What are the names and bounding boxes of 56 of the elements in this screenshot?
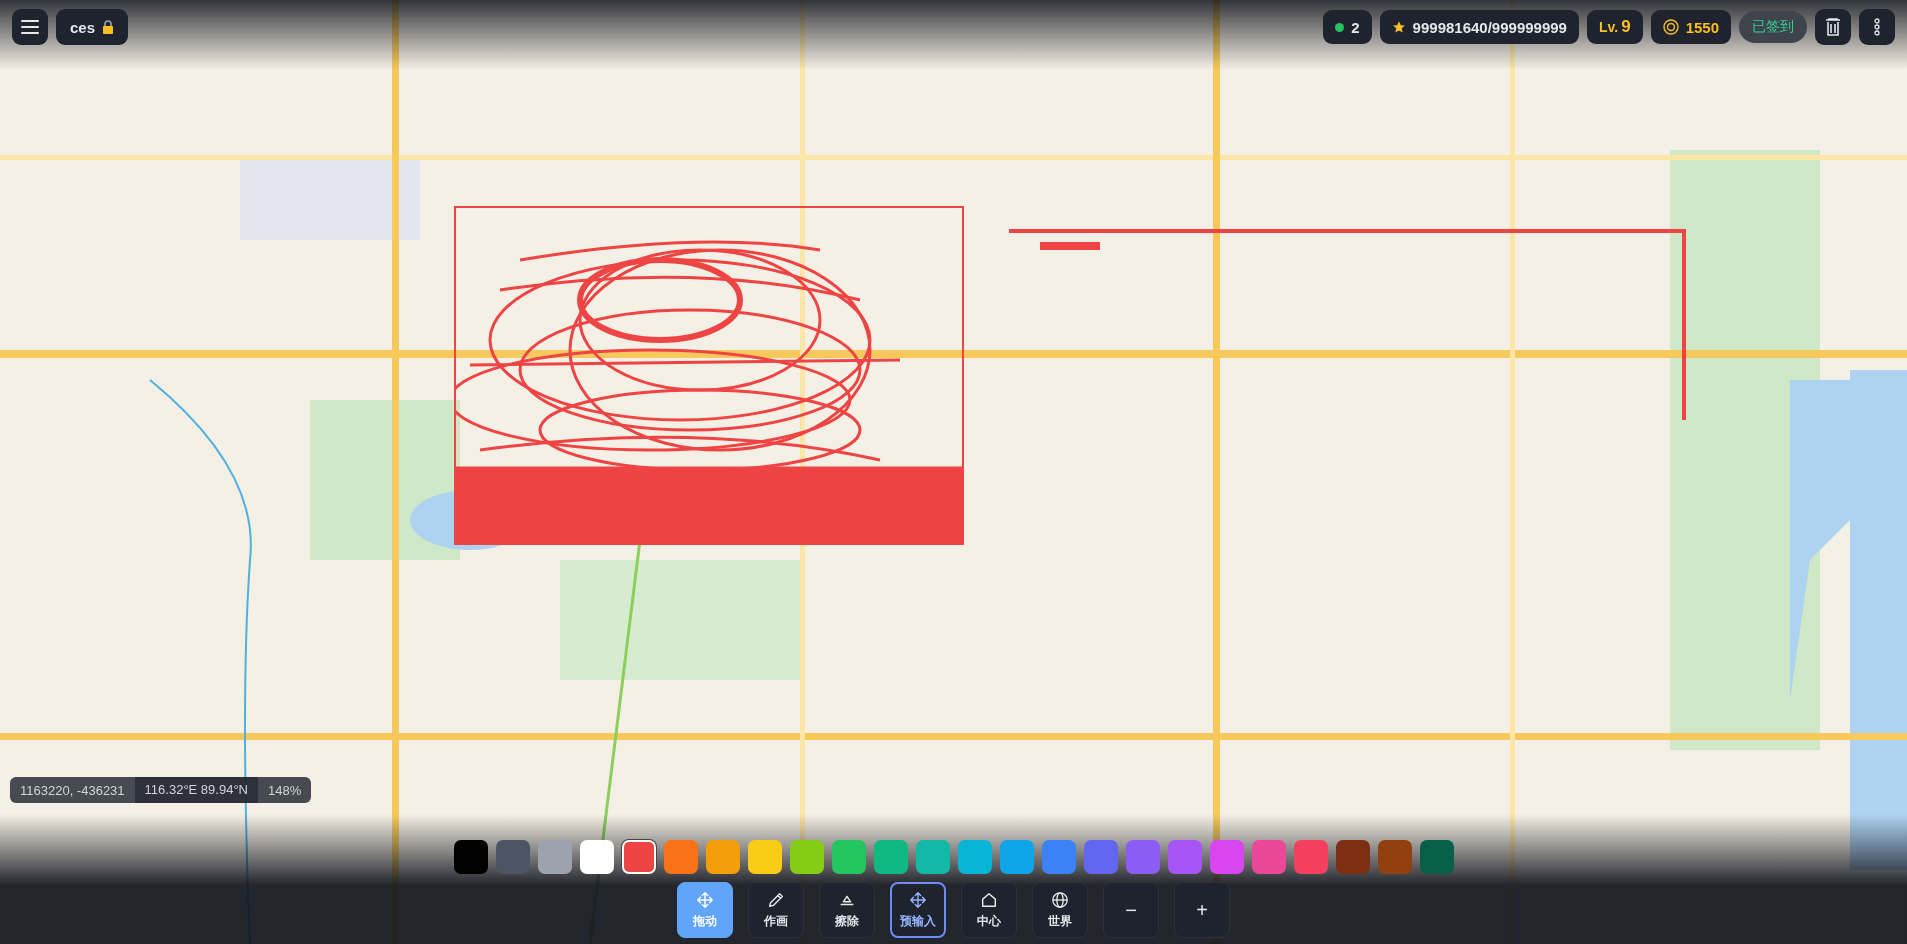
color-swatch[interactable] [1083, 840, 1118, 874]
erase-tool-button[interactable]: 擦除 [819, 882, 875, 938]
color-swatch[interactable] [537, 840, 572, 874]
home-icon [980, 890, 998, 909]
map-drawing[interactable] [0, 0, 1907, 944]
more-button[interactable] [1859, 9, 1895, 45]
coin-count: 1550 [1685, 18, 1719, 36]
color-swatch[interactable] [1335, 840, 1370, 874]
checkin-button[interactable]: 已签到 [1739, 11, 1807, 43]
trash-icon [1825, 18, 1841, 36]
pencil-icon [767, 890, 785, 909]
color-swatch[interactable] [495, 840, 530, 874]
color-swatch[interactable] [915, 840, 950, 874]
move-icon [696, 890, 714, 909]
geo-coordinates: 116.32°E 89.94°N [134, 777, 258, 803]
color-swatch[interactable] [1293, 840, 1328, 874]
color-swatch[interactable] [831, 840, 866, 874]
level-label: Lv. [1598, 19, 1619, 35]
color-swatch[interactable] [579, 840, 614, 874]
color-swatch[interactable] [747, 840, 782, 874]
center-button[interactable]: 中心 [961, 882, 1017, 938]
color-swatch[interactable] [1167, 840, 1202, 874]
more-icon [1874, 18, 1880, 36]
pixel-quota: 999981640/999999999 [1412, 18, 1567, 36]
star-icon [1391, 20, 1406, 34]
color-swatch[interactable] [1251, 840, 1286, 874]
color-swatch[interactable] [873, 840, 908, 874]
move-icon [909, 890, 927, 909]
zoom-in-button[interactable]: + [1174, 882, 1230, 938]
coin-icon [1662, 19, 1679, 35]
color-swatch[interactable] [1377, 840, 1412, 874]
color-swatch[interactable] [957, 840, 992, 874]
pixel-coordinates: 1163220, -436231 [19, 782, 126, 798]
color-swatch[interactable] [621, 840, 656, 874]
color-swatch[interactable] [1209, 840, 1244, 874]
zoom-level: 148% [267, 782, 303, 798]
menu-button[interactable] [12, 9, 48, 45]
color-swatch[interactable] [999, 840, 1034, 874]
preinput-button[interactable]: 预输入 [890, 882, 946, 938]
color-swatch[interactable] [453, 840, 488, 874]
color-swatch[interactable] [705, 840, 740, 874]
zoom-out-button[interactable]: − [1103, 882, 1159, 938]
username: ces [70, 18, 96, 36]
color-swatch[interactable] [1125, 840, 1160, 874]
color-swatch[interactable] [789, 840, 824, 874]
draw-tool-button[interactable]: 作画 [748, 882, 804, 938]
color-swatch[interactable] [663, 840, 698, 874]
color-swatch[interactable] [1419, 840, 1454, 874]
online-count: 2 [1351, 18, 1360, 36]
world-button[interactable]: 世界 [1032, 882, 1088, 938]
online-dot [1335, 22, 1345, 32]
globe-icon [1051, 890, 1069, 909]
color-swatch[interactable] [1041, 840, 1076, 874]
menu-icon [21, 20, 39, 34]
trash-button[interactable] [1815, 9, 1851, 45]
level-value: 9 [1621, 17, 1631, 37]
